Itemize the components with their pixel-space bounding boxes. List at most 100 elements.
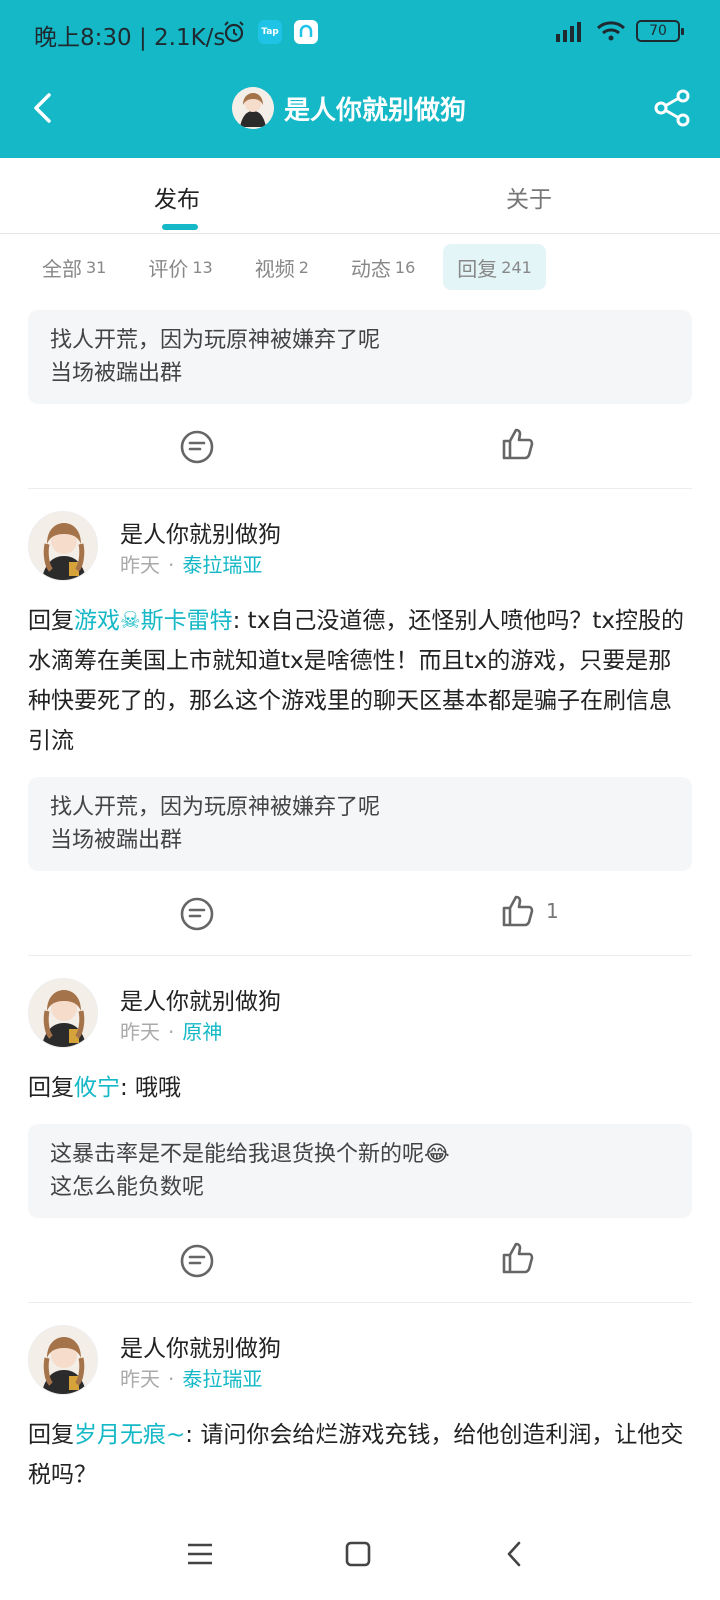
avatar[interactable] <box>28 511 98 581</box>
main-tabs: 发布 关于 <box>0 158 720 234</box>
home-button[interactable] <box>336 1532 380 1576</box>
wifi-icon <box>596 21 626 41</box>
quote-line: 当场被踹出群 <box>50 361 183 386</box>
chip-replies[interactable]: 回复 241 <box>443 244 546 290</box>
share-icon[interactable] <box>650 86 694 130</box>
reply-prefix: 回复 <box>28 1422 74 1448</box>
post-meta: 昨天 · 泰拉瑞亚 <box>120 549 262 578</box>
post-actions <box>28 404 692 488</box>
like-button[interactable]: 1 <box>500 893 559 929</box>
status-right-icons: 70 <box>554 20 684 42</box>
game-link[interactable]: 原神 <box>182 1020 222 1044</box>
back-icon <box>34 93 51 123</box>
post-meta: 昨天 · 泰拉瑞亚 <box>120 1363 262 1392</box>
meta-separator: · <box>168 1367 175 1391</box>
like-icon <box>502 1242 534 1274</box>
post-header: 是人你就别做狗 昨天 · 泰拉瑞亚 <box>28 511 692 595</box>
chip-reviews[interactable]: 评价 13 <box>134 244 226 290</box>
divider <box>28 955 692 956</box>
post-time: 昨天 <box>120 1367 160 1391</box>
post-meta: 昨天 · 原神 <box>120 1016 222 1045</box>
like-icon <box>502 895 534 927</box>
mention-link[interactable]: 岁月无痕~ <box>74 1422 185 1448</box>
active-tab-indicator <box>162 224 198 230</box>
like-button[interactable] <box>500 1240 546 1276</box>
quote-line: 这怎么能负数呢 <box>50 1175 205 1200</box>
reply-text: 回复攸宁: 哦哦 <box>28 1068 692 1108</box>
comment-icon[interactable] <box>178 428 216 466</box>
header-title-group[interactable]: 是人你就别做狗 <box>232 86 466 130</box>
menu-icon <box>188 1543 212 1565</box>
meta-separator: · <box>168 553 175 577</box>
tab-publish[interactable]: 发布 <box>154 180 200 214</box>
chip-moments[interactable]: 动态 16 <box>337 244 429 290</box>
divider <box>28 488 692 489</box>
chip-count: 13 <box>192 257 213 277</box>
chip-all[interactable]: 全部 31 <box>28 244 120 290</box>
quoted-content[interactable]: 这暴击率是不是能给我退货换个新的呢😂 这怎么能负数呢 <box>28 1124 692 1218</box>
reply-body: : 哦哦 <box>120 1075 182 1101</box>
like-count: 1 <box>546 899 559 923</box>
chip-label: 回复 <box>457 256 498 281</box>
chip-count: 31 <box>86 257 107 277</box>
meta-separator: · <box>168 1020 175 1044</box>
top-bar: 晚上8:30 | 2.1K/s Tap 70 是人你就别做狗 <box>0 0 720 158</box>
post-time: 昨天 <box>120 553 160 577</box>
chip-count: 241 <box>501 257 532 277</box>
system-nav-bar <box>0 1510 720 1600</box>
status-bar: 晚上8:30 | 2.1K/s Tap 70 <box>0 0 720 66</box>
header-avatar <box>232 87 274 129</box>
chip-count: 2 <box>298 257 309 277</box>
status-time: 晚上8:30 | 2.1K/s <box>34 25 226 51</box>
quoted-content[interactable]: 找人开荒，因为玩原神被嫌弃了呢 当场被踹出群 <box>28 777 692 871</box>
quote-line: 当场被踹出群 <box>50 828 183 853</box>
home-icon <box>345 1541 371 1567</box>
quote-line: 找人开荒，因为玩原神被嫌弃了呢 <box>50 328 381 353</box>
avatar[interactable] <box>28 1325 98 1395</box>
reply-prefix: 回复 <box>28 1075 74 1101</box>
chip-label: 视频 <box>254 256 295 281</box>
author-name[interactable]: 是人你就别做狗 <box>120 515 281 549</box>
post-actions <box>28 1218 692 1302</box>
back-button[interactable] <box>22 86 62 130</box>
tap-app-icon: Tap <box>258 20 282 44</box>
reply-prefix: 回复 <box>28 608 74 634</box>
nav-back-button[interactable] <box>492 1532 536 1576</box>
comment-icon[interactable] <box>178 895 216 933</box>
game-link[interactable]: 泰拉瑞亚 <box>182 553 262 577</box>
post-actions: 1 <box>28 871 692 955</box>
menu-button[interactable] <box>178 1532 222 1576</box>
filter-chips: 全部 31 评价 13 视频 2 动态 16 回复 241 <box>28 244 546 292</box>
like-icon <box>502 428 534 460</box>
mention-link[interactable]: 攸宁 <box>74 1075 120 1101</box>
comment-icon[interactable] <box>178 1242 216 1280</box>
alarm-icon <box>224 21 244 43</box>
page-title: 是人你就别做狗 <box>284 95 467 126</box>
nav-back-icon <box>507 1541 521 1567</box>
author-name[interactable]: 是人你就别做狗 <box>120 982 281 1016</box>
quote-line: 找人开荒，因为玩原神被嫌弃了呢 <box>50 795 381 820</box>
chip-count: 16 <box>394 257 416 277</box>
game-link[interactable]: 泰拉瑞亚 <box>182 1367 262 1391</box>
header: 是人你就别做狗 <box>0 66 720 158</box>
tab-about[interactable]: 关于 <box>506 180 552 214</box>
quote-line: 这暴击率是不是能给我退货换个新的呢😂 <box>50 1142 450 1167</box>
chip-videos[interactable]: 视频 2 <box>241 244 323 290</box>
app-notification-icon <box>294 20 318 44</box>
avatar[interactable] <box>28 978 98 1048</box>
chip-label: 全部 <box>42 256 82 281</box>
mention-link[interactable]: 游戏☠斯卡雷特 <box>74 608 233 634</box>
like-button[interactable] <box>500 426 536 462</box>
post-header: 是人你就别做狗 昨天 · 原神 <box>28 978 692 1062</box>
chip-label: 动态 <box>350 256 391 281</box>
reply-text: 回复岁月无痕~: 请问你会给烂游戏充钱，给他创造利润，让他交税吗？ <box>28 1415 692 1495</box>
post-time: 昨天 <box>120 1020 160 1044</box>
quoted-content[interactable]: 找人开荒，因为玩原神被嫌弃了呢 当场被踹出群 <box>28 310 692 404</box>
battery-icon: 70 <box>636 20 684 42</box>
post-header: 是人你就别做狗 昨天 · 泰拉瑞亚 <box>28 1325 692 1409</box>
chip-label: 评价 <box>148 256 189 281</box>
author-name[interactable]: 是人你就别做狗 <box>120 1329 281 1363</box>
reply-text: 回复游戏☠斯卡雷特: tx自己没道德，还怪别人喷他吗？tx控股的水滴筹在美国上市… <box>28 601 692 761</box>
reply-feed: 找人开荒，因为玩原神被嫌弃了呢 当场被踹出群 是人你就别做狗 昨天 · 泰拉瑞亚… <box>0 300 720 1495</box>
divider <box>28 1302 692 1303</box>
